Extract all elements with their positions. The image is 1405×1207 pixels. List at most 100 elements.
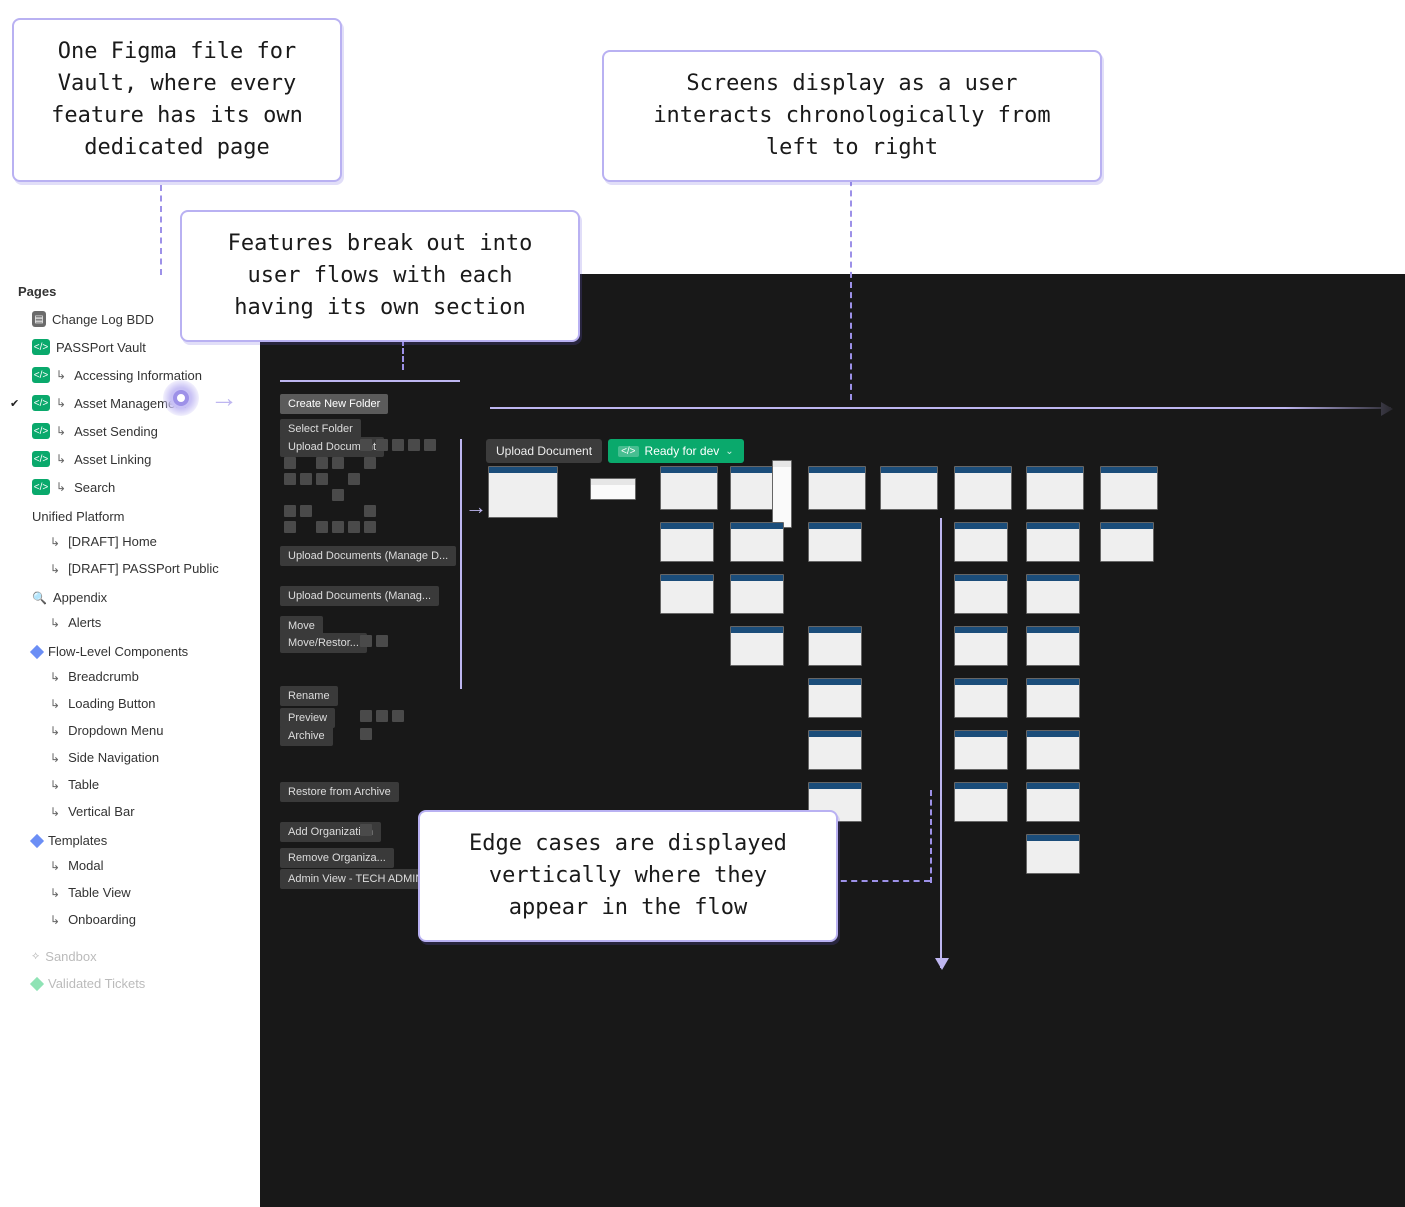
screen-thumbnail[interactable] bbox=[954, 730, 1008, 770]
flow-section-label[interactable]: Archive bbox=[280, 726, 333, 746]
screen-thumbnail[interactable] bbox=[954, 782, 1008, 822]
page-alerts[interactable]: ↳ Alerts bbox=[6, 609, 254, 636]
section-title-pill[interactable]: Upload Document bbox=[486, 439, 602, 463]
page-label: Onboarding bbox=[68, 912, 136, 927]
screen-thumbnail[interactable] bbox=[808, 626, 862, 666]
screen-thumbnail[interactable] bbox=[1100, 466, 1158, 510]
callout-figma-file: One Figma file for Vault, where every fe… bbox=[12, 18, 342, 182]
section-divider-line bbox=[460, 439, 462, 689]
flow-section-label[interactable]: Select Folder bbox=[280, 419, 361, 439]
page-side-navigation[interactable]: ↳Side Navigation bbox=[6, 744, 254, 771]
page-breadcrumb[interactable]: ↳Breadcrumb bbox=[6, 663, 254, 690]
page-validated-tickets[interactable]: Validated Tickets bbox=[6, 970, 254, 997]
flow-section-label[interactable]: Restore from Archive bbox=[280, 782, 399, 802]
section-templates[interactable]: Templates bbox=[6, 825, 254, 852]
sub-arrow-icon: ↳ bbox=[50, 616, 60, 630]
mini-thumbnail bbox=[316, 473, 328, 485]
sub-arrow-icon: ↳ bbox=[50, 697, 60, 711]
screen-thumbnail[interactable] bbox=[1026, 522, 1080, 562]
screen-thumbnail[interactable] bbox=[1026, 782, 1080, 822]
page-sandbox[interactable]: ⟡ Sandbox bbox=[6, 943, 254, 970]
leader-line bbox=[930, 790, 932, 883]
doc-icon: ▤ bbox=[32, 311, 46, 327]
mini-thumbnail bbox=[348, 521, 360, 533]
screen-thumbnail[interactable] bbox=[730, 626, 784, 666]
page-label: [DRAFT] PASSPort Public bbox=[68, 561, 219, 576]
component-icon bbox=[30, 644, 44, 658]
flow-section-label[interactable]: Move/Restor... bbox=[280, 633, 367, 653]
mini-thumbnail bbox=[300, 505, 312, 517]
section-flow-components[interactable]: Flow-Level Components bbox=[6, 636, 254, 663]
flow-thumb-row bbox=[360, 710, 404, 722]
section-label: Templates bbox=[48, 833, 107, 848]
screen-thumbnail[interactable] bbox=[730, 522, 784, 562]
dev-ready-icon: </> bbox=[32, 395, 50, 411]
page-modal[interactable]: ↳Modal bbox=[6, 852, 254, 879]
flow-section-label[interactable]: Create New Folder bbox=[280, 394, 388, 414]
page-draft-home[interactable]: ↳ [DRAFT] Home bbox=[6, 528, 254, 555]
screen-thumbnail[interactable] bbox=[1100, 522, 1154, 562]
screen-thumbnail[interactable] bbox=[954, 522, 1008, 562]
screen-thumbnail[interactable] bbox=[954, 466, 1012, 510]
flow-section-label[interactable]: Rename bbox=[280, 686, 338, 706]
screen-thumbnail[interactable] bbox=[808, 466, 866, 510]
screen-thumbnail[interactable] bbox=[1026, 730, 1080, 770]
screen-thumbnail[interactable] bbox=[660, 574, 714, 614]
flow-thumb-row bbox=[360, 728, 372, 740]
flow-section-label[interactable]: Remove Organiza... bbox=[280, 848, 394, 868]
page-label: Breadcrumb bbox=[68, 669, 139, 684]
screen-thumbnail[interactable] bbox=[590, 478, 636, 500]
screen-thumbnail[interactable] bbox=[954, 574, 1008, 614]
status-ready-for-dev[interactable]: </> Ready for dev ⌄ bbox=[608, 439, 744, 463]
figma-canvas[interactable]: → Upload Document </> Ready for dev ⌄ bbox=[260, 274, 1405, 1207]
screen-thumbnail[interactable] bbox=[808, 522, 862, 562]
page-label: Asset Linking bbox=[74, 452, 151, 467]
screen-thumbnail[interactable] bbox=[488, 466, 558, 518]
page-label: Sandbox bbox=[45, 949, 96, 964]
component-icon bbox=[30, 833, 44, 847]
screen-thumbnail[interactable] bbox=[660, 522, 714, 562]
screen-thumbnail[interactable] bbox=[954, 626, 1008, 666]
screen-thumbnail[interactable] bbox=[1026, 678, 1080, 718]
search-icon: 🔍 bbox=[32, 591, 47, 605]
sub-arrow-icon: ↳ bbox=[50, 805, 60, 819]
page-table-view[interactable]: ↳Table View bbox=[6, 879, 254, 906]
screen-thumbnail[interactable] bbox=[808, 678, 862, 718]
flow-section-label[interactable]: Preview bbox=[280, 708, 335, 728]
page-onboarding[interactable]: ↳Onboarding bbox=[6, 906, 254, 933]
flow-section-header: Upload Document </> Ready for dev ⌄ bbox=[486, 439, 744, 463]
page-search[interactable]: </> ↳ Search bbox=[6, 473, 254, 501]
screen-thumbnail[interactable] bbox=[772, 460, 792, 528]
screen-thumbnail[interactable] bbox=[730, 574, 784, 614]
mini-thumbnail bbox=[360, 710, 372, 722]
page-loading-button[interactable]: ↳Loading Button bbox=[6, 690, 254, 717]
mini-thumbnail bbox=[360, 439, 372, 451]
mini-thumbnail bbox=[376, 635, 388, 647]
screen-thumbnail[interactable] bbox=[660, 466, 718, 510]
sub-arrow-icon: ↳ bbox=[56, 452, 66, 466]
page-table[interactable]: ↳Table bbox=[6, 771, 254, 798]
page-draft-passport-public[interactable]: ↳ [DRAFT] PASSPort Public bbox=[6, 555, 254, 582]
page-vertical-bar[interactable]: ↳Vertical Bar bbox=[6, 798, 254, 825]
flow-section-label[interactable]: Upload Documents (Manag... bbox=[280, 586, 439, 606]
dev-ready-icon: </> bbox=[618, 446, 638, 457]
screen-thumbnail[interactable] bbox=[954, 678, 1008, 718]
screen-thumbnail[interactable] bbox=[880, 466, 938, 510]
page-asset-sending[interactable]: </> ↳ Asset Sending bbox=[6, 417, 254, 445]
screen-thumbnail[interactable] bbox=[1026, 574, 1080, 614]
page-label: Validated Tickets bbox=[48, 976, 145, 991]
mini-thumbnail bbox=[316, 457, 328, 469]
mini-thumbnail bbox=[300, 473, 312, 485]
screen-thumbnail[interactable] bbox=[808, 730, 862, 770]
flow-section-label[interactable]: Upload Documents (Manage D... bbox=[280, 546, 456, 566]
section-appendix[interactable]: 🔍 Appendix bbox=[6, 582, 254, 609]
screen-thumbnail[interactable] bbox=[1026, 834, 1080, 874]
screen-thumbnail[interactable] bbox=[1026, 466, 1084, 510]
page-asset-linking[interactable]: </> ↳ Asset Linking bbox=[6, 445, 254, 473]
sub-arrow-icon: ↳ bbox=[56, 480, 66, 494]
mini-thumbnail bbox=[332, 489, 344, 501]
page-dropdown-menu[interactable]: ↳Dropdown Menu bbox=[6, 717, 254, 744]
dev-ready-icon: </> bbox=[32, 367, 50, 383]
sub-arrow-icon: ↳ bbox=[50, 724, 60, 738]
screen-thumbnail[interactable] bbox=[1026, 626, 1080, 666]
